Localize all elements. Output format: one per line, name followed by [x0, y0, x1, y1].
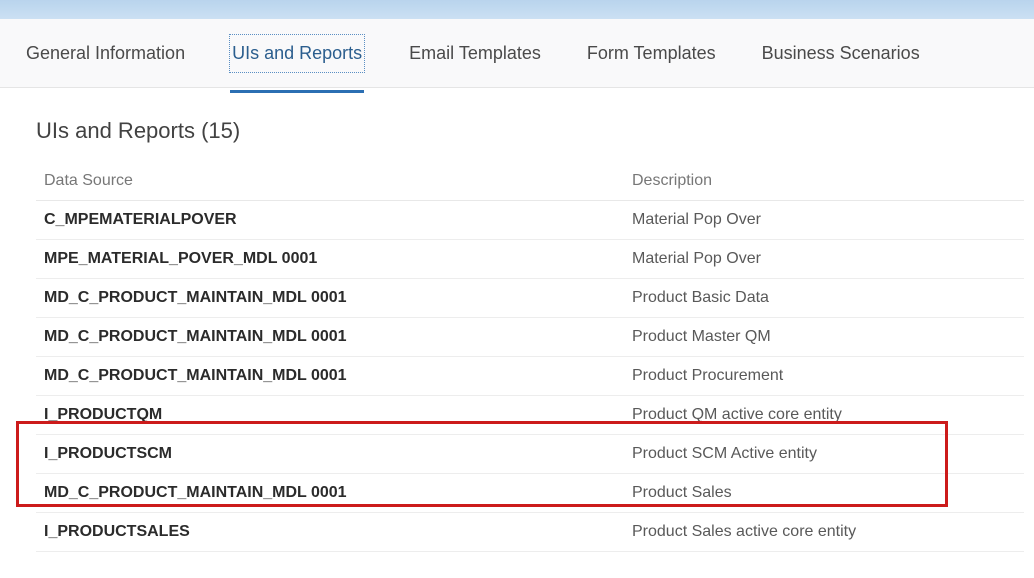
column-header-data-source[interactable]: Data Source: [42, 172, 632, 190]
cell-description: Product Master QM: [632, 328, 1018, 346]
table-row[interactable]: MD_C_PRODUCT_MAINTAIN_MDL 0001 Product M…: [36, 318, 1024, 357]
tab-uis-and-reports[interactable]: UIs and Reports: [229, 34, 365, 73]
cell-description: Product Procurement: [632, 367, 1018, 385]
tab-business-scenarios[interactable]: Business Scenarios: [760, 35, 922, 72]
top-header-bar: [0, 0, 1034, 19]
cell-data-source: MD_C_PRODUCT_MAINTAIN_MDL 0001: [42, 367, 632, 385]
cell-description: Product QM active core entity: [632, 406, 1018, 424]
cell-description: Product Sales active core entity: [632, 523, 1018, 541]
table-row[interactable]: MPE_MATERIAL_POVER_MDL 0001 Material Pop…: [36, 240, 1024, 279]
table-row[interactable]: C_MPEMATERIALPOVER Material Pop Over: [36, 201, 1024, 240]
table-row[interactable]: MD_C_PRODUCT_MAINTAIN_MDL 0001 Product S…: [36, 474, 1024, 513]
cell-description: Product Sales: [632, 484, 1018, 502]
cell-data-source: I_PRODUCTQM: [42, 406, 632, 424]
column-header-description[interactable]: Description: [632, 172, 1018, 190]
cell-data-source: I_PRODUCTSALES: [42, 523, 632, 541]
tab-form-templates[interactable]: Form Templates: [585, 35, 718, 72]
cell-description: Product Basic Data: [632, 289, 1018, 307]
table-row[interactable]: MD_C_PRODUCT_MAINTAIN_MDL 0001 Product P…: [36, 357, 1024, 396]
cell-description: Material Pop Over: [632, 250, 1018, 268]
table-row[interactable]: I_PRODUCTQM Product QM active core entit…: [36, 396, 1024, 435]
tab-general-information[interactable]: General Information: [24, 35, 187, 72]
cell-data-source: MD_C_PRODUCT_MAINTAIN_MDL 0001: [42, 484, 632, 502]
tab-email-templates[interactable]: Email Templates: [407, 35, 543, 72]
table-row[interactable]: I_PRODUCTSCM Product SCM Active entity: [36, 435, 1024, 474]
cell-data-source: MPE_MATERIAL_POVER_MDL 0001: [42, 250, 632, 268]
cell-description: Product SCM Active entity: [632, 445, 1018, 463]
content-area: UIs and Reports (15) Data Source Descrip…: [0, 88, 1034, 552]
cell-data-source: MD_C_PRODUCT_MAINTAIN_MDL 0001: [42, 328, 632, 346]
cell-data-source: I_PRODUCTSCM: [42, 445, 632, 463]
section-title: UIs and Reports (15): [36, 118, 1024, 144]
cell-description: Material Pop Over: [632, 211, 1018, 229]
table-row[interactable]: MD_C_PRODUCT_MAINTAIN_MDL 0001 Product B…: [36, 279, 1024, 318]
table-row[interactable]: I_PRODUCTSALES Product Sales active core…: [36, 513, 1024, 552]
tab-strip: General Information UIs and Reports Emai…: [0, 19, 1034, 88]
cell-data-source: MD_C_PRODUCT_MAINTAIN_MDL 0001: [42, 289, 632, 307]
table-header: Data Source Description: [36, 162, 1024, 201]
cell-data-source: C_MPEMATERIALPOVER: [42, 211, 632, 229]
uis-reports-table: Data Source Description C_MPEMATERIALPOV…: [36, 162, 1024, 552]
